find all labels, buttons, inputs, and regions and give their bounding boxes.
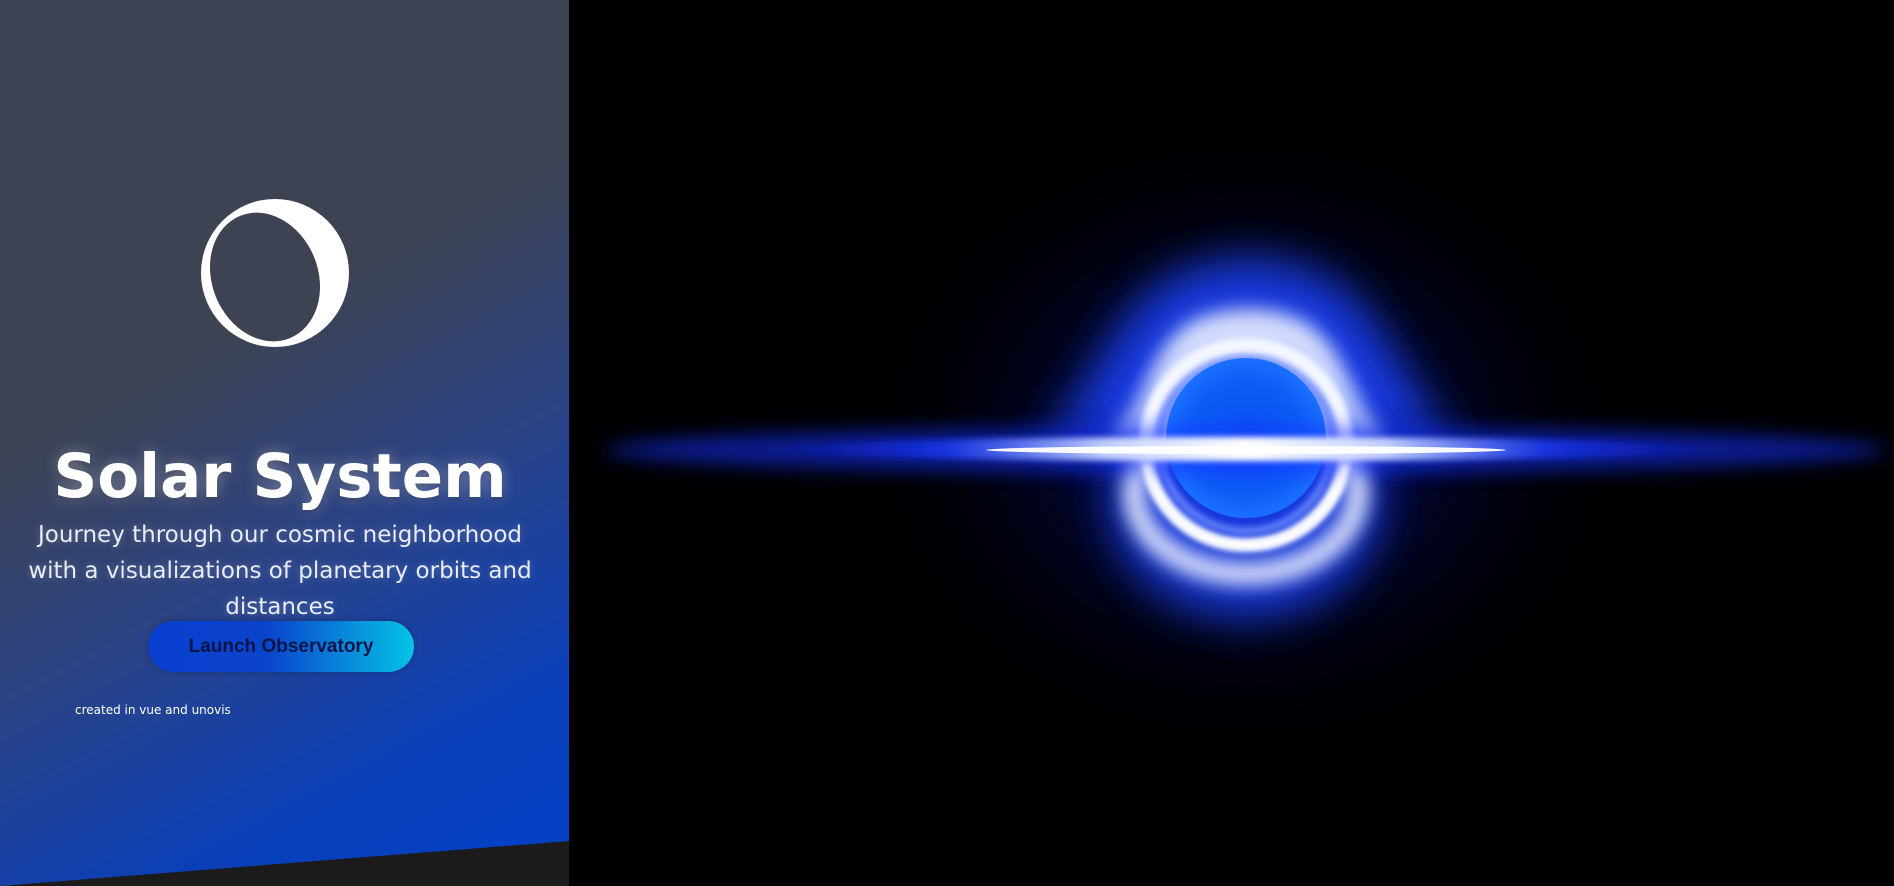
launch-observatory-button[interactable]: Launch Observatory (148, 621, 414, 672)
panel-corner-wedge (0, 841, 569, 886)
page-subtitle: Journey through our cosmic neighborhood … (28, 522, 532, 620)
black-hole-visual (569, 0, 1894, 886)
disk-core-line (986, 446, 1506, 454)
moon-icon (201, 199, 349, 347)
credit-text: created in vue and unovis (75, 703, 231, 717)
landing-page: Solar System Journey through our cosmic … (0, 0, 1894, 886)
hero-panel: Solar System Journey through our cosmic … (0, 0, 569, 886)
page-title: Solar System (53, 440, 507, 512)
